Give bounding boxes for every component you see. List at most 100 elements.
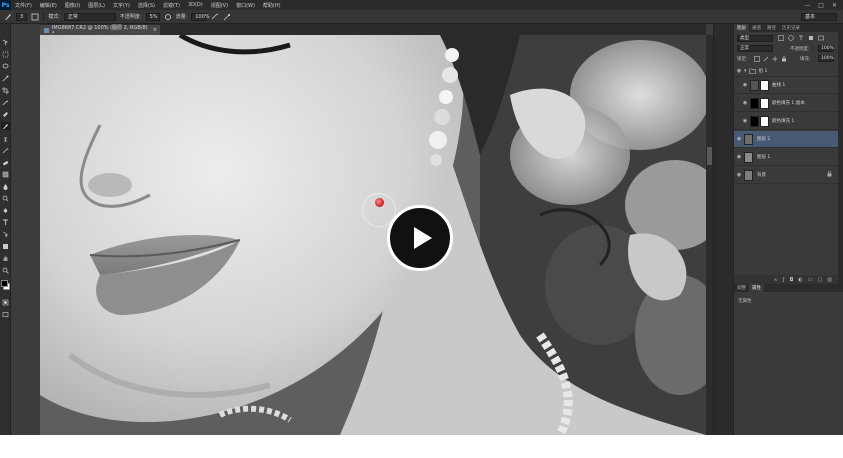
opacity-input[interactable]: 5%: [145, 12, 160, 21]
scrollbar-thumb[interactable]: [707, 147, 712, 165]
document-tab-bar: IMG8687.CR2 @ 100% (图层 2, RGB/8) * ×: [40, 24, 706, 37]
adjustment-layer-icon[interactable]: ◐: [798, 277, 802, 283]
close-window-button[interactable]: ✕: [832, 2, 837, 9]
zoom-tool-icon[interactable]: [1, 266, 10, 274]
layer-row[interactable]: ◉ 图层 1: [734, 149, 838, 166]
layers-panel: 图层 通道 路径 历史记录 类型 正常 不透明度: 100% 锁定: 填充: 1…: [733, 24, 843, 435]
type-tool-icon[interactable]: [1, 218, 10, 226]
menu-edit[interactable]: 编辑(E): [36, 2, 61, 9]
screen-mode-icon[interactable]: [1, 310, 10, 318]
dodge-tool-icon[interactable]: [1, 194, 10, 202]
menu-layer[interactable]: 图层(L): [84, 2, 109, 9]
blend-mode-select[interactable]: 正常: [737, 45, 773, 52]
pen-tool-icon[interactable]: [1, 206, 10, 214]
layer-row[interactable]: ◉ 颜色填充 1: [734, 113, 838, 130]
clone-stamp-tool-icon[interactable]: [1, 134, 10, 142]
layer-row[interactable]: ◉ 颜色填充 1 副本: [734, 95, 838, 112]
layer-row-selected[interactable]: ◉ 图层 2: [734, 131, 838, 148]
filter-smart-icon[interactable]: [818, 35, 824, 41]
flow-input[interactable]: 100%: [191, 12, 210, 21]
new-layer-icon[interactable]: ▢: [818, 277, 823, 283]
gradient-tool-icon[interactable]: [1, 170, 10, 178]
pressure-opacity-icon[interactable]: [164, 13, 172, 21]
mode-select[interactable]: 正常: [63, 12, 116, 21]
close-document-button[interactable]: ×: [153, 27, 157, 33]
maximize-button[interactable]: □: [818, 2, 824, 9]
path-selection-tool-icon[interactable]: [1, 230, 10, 238]
menu-select[interactable]: 选择(S): [134, 2, 159, 9]
quick-mask-icon[interactable]: [1, 298, 10, 306]
expand-arrow-icon[interactable]: ▾: [744, 68, 747, 74]
visibility-eye-icon[interactable]: ◉: [740, 118, 750, 124]
healing-brush-tool-icon[interactable]: [1, 110, 10, 118]
delete-layer-icon[interactable]: ▥: [827, 277, 832, 283]
quick-select-tool-icon[interactable]: [1, 74, 10, 82]
vertical-scrollbar[interactable]: [706, 35, 713, 435]
document-tab[interactable]: IMG8687.CR2 @ 100% (图层 2, RGB/8) * ×: [40, 25, 160, 37]
brush-tool-icon[interactable]: [1, 122, 10, 130]
crop-tool-icon[interactable]: [1, 86, 10, 94]
eyedropper-tool-icon[interactable]: [1, 98, 10, 106]
foreground-color-swatch[interactable]: [1, 280, 8, 287]
lock-pixels-icon[interactable]: [754, 56, 760, 62]
layer-style-icon[interactable]: ƒ: [783, 277, 785, 283]
layer-group-row[interactable]: ◉ ▾ 组 1: [734, 65, 838, 77]
filter-pixel-icon[interactable]: [778, 35, 784, 41]
filter-type-icon[interactable]: [798, 35, 804, 41]
lasso-tool-icon[interactable]: [1, 62, 10, 70]
airbrush-icon[interactable]: [211, 13, 219, 21]
fill-input[interactable]: 100%: [818, 55, 834, 62]
link-layers-icon[interactable]: ∞: [774, 277, 778, 283]
layer-row[interactable]: ◉ 曲线 1: [734, 77, 838, 94]
blur-tool-icon[interactable]: [1, 182, 10, 190]
tab-history[interactable]: 历史记录: [779, 24, 803, 32]
new-group-icon[interactable]: ▭: [808, 277, 813, 283]
eraser-tool-icon[interactable]: [1, 158, 10, 166]
tab-layers[interactable]: 图层: [734, 24, 749, 32]
video-play-button[interactable]: [387, 205, 453, 271]
history-brush-tool-icon[interactable]: [1, 146, 10, 154]
workspace-select[interactable]: 基本: [801, 13, 837, 21]
lock-brush-icon[interactable]: [763, 56, 769, 62]
menu-view[interactable]: 视图(V): [207, 2, 232, 9]
tab-properties[interactable]: 属性: [749, 284, 764, 292]
visibility-eye-icon[interactable]: ◉: [740, 100, 750, 106]
menu-3d[interactable]: 3D(D): [184, 2, 207, 8]
menu-type[interactable]: 文字(Y): [109, 2, 134, 9]
layer-opacity-input[interactable]: 100%: [818, 45, 834, 52]
marquee-tool-icon[interactable]: [1, 50, 10, 58]
visibility-eye-icon[interactable]: ◉: [740, 82, 750, 88]
minimize-button[interactable]: —: [804, 2, 810, 9]
layer-mask-thumbnail: [760, 79, 769, 91]
canvas[interactable]: [40, 35, 706, 435]
menu-image[interactable]: 图像(I): [61, 2, 84, 9]
brush-size-picker[interactable]: 3: [16, 12, 28, 21]
window-controls: — □ ✕: [804, 0, 837, 10]
brush-tool-preset-icon[interactable]: [4, 13, 12, 21]
visibility-eye-icon[interactable]: ◉: [734, 154, 744, 160]
visibility-eye-icon[interactable]: ◉: [734, 172, 744, 178]
cursor-marker-icon: [375, 198, 384, 207]
shape-tool-icon[interactable]: [1, 242, 10, 250]
tab-paths[interactable]: 路径: [764, 24, 779, 32]
layer-filter-select[interactable]: 类型: [737, 35, 773, 42]
tab-adjustments[interactable]: 调整: [734, 284, 749, 292]
lock-all-icon[interactable]: [781, 56, 787, 62]
menu-window[interactable]: 窗口(W): [232, 2, 259, 9]
hand-tool-icon[interactable]: [1, 254, 10, 262]
layer-row[interactable]: ◉ 背景: [734, 167, 838, 184]
visibility-eye-icon[interactable]: ◉: [734, 136, 744, 142]
layers-scrollbar[interactable]: [838, 32, 843, 284]
menu-filter[interactable]: 滤镜(T): [159, 2, 184, 9]
pressure-size-icon[interactable]: [223, 13, 231, 21]
menu-help[interactable]: 帮助(H): [259, 2, 285, 9]
lock-position-icon[interactable]: [772, 56, 778, 62]
add-mask-icon[interactable]: ◘: [789, 277, 793, 283]
move-tool-icon[interactable]: [1, 38, 10, 46]
filter-shape-icon[interactable]: [808, 35, 814, 41]
filter-adjust-icon[interactable]: [788, 35, 794, 41]
visibility-eye-icon[interactable]: ◉: [734, 68, 744, 74]
menu-file[interactable]: 文件(F): [11, 2, 36, 9]
brush-panel-icon[interactable]: [31, 13, 39, 21]
tab-channels[interactable]: 通道: [749, 24, 764, 32]
